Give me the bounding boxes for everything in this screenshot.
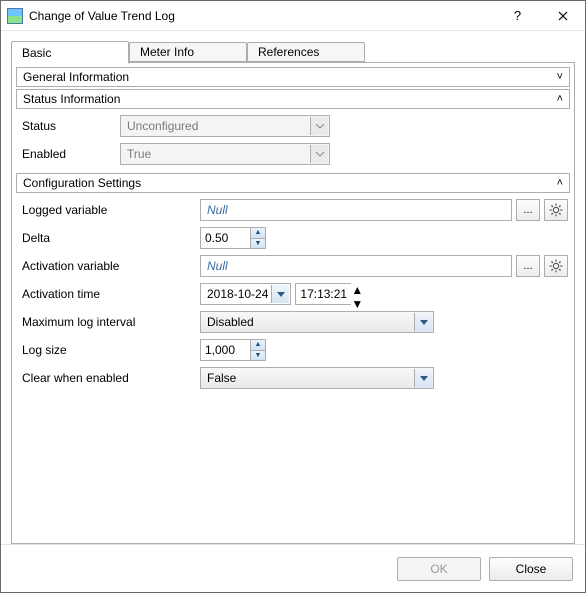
- spin-up-button[interactable]: ▲: [250, 339, 266, 351]
- max-log-interval-combo[interactable]: Disabled: [200, 311, 434, 333]
- enabled-value: True: [127, 147, 307, 161]
- close-button-label: Close: [516, 562, 547, 576]
- delta-label: Delta: [20, 231, 200, 245]
- dialog-footer: OK Close: [1, 544, 585, 592]
- chevron-down-icon: ˅: [557, 71, 563, 83]
- titlebar: Change of Value Trend Log ?: [1, 1, 585, 31]
- activation-variable-settings-button[interactable]: [544, 255, 568, 277]
- window-title: Change of Value Trend Log: [29, 9, 175, 23]
- row-logged-variable: Logged variable Null ...: [20, 197, 568, 223]
- logged-variable-field[interactable]: Null: [200, 199, 512, 221]
- chevron-up-icon: ˄: [557, 93, 563, 105]
- log-size-input[interactable]: [200, 339, 250, 361]
- tab-label: Basic: [22, 46, 51, 60]
- close-button[interactable]: Close: [489, 557, 573, 581]
- row-clear-when-enabled: Clear when enabled False: [20, 365, 568, 391]
- activation-variable-value: Null: [207, 259, 228, 273]
- enabled-combo: True: [120, 143, 330, 165]
- gear-icon: [549, 259, 563, 273]
- spin-down-button[interactable]: ▼: [351, 297, 363, 311]
- gear-icon: [549, 203, 563, 217]
- ellipsis-icon: ...: [523, 204, 532, 216]
- activation-variable-field[interactable]: Null: [200, 255, 512, 277]
- logged-variable-label: Logged variable: [20, 203, 200, 217]
- logged-variable-browse-button[interactable]: ...: [516, 199, 540, 221]
- ellipsis-icon: ...: [523, 260, 532, 272]
- spin-down-button[interactable]: ▼: [250, 351, 266, 362]
- ok-button: OK: [397, 557, 481, 581]
- activation-variable-browse-button[interactable]: ...: [516, 255, 540, 277]
- content-area: Basic Meter Info References General Info…: [1, 31, 585, 544]
- chevron-down-icon[interactable]: [271, 285, 289, 303]
- app-icon: [7, 8, 23, 24]
- section-general-header[interactable]: General Information ˅: [16, 67, 570, 87]
- tab-label: References: [258, 45, 319, 59]
- help-icon: ?: [514, 8, 521, 23]
- activation-date-picker[interactable]: 2018-10-24: [200, 283, 291, 305]
- enabled-label: Enabled: [20, 147, 120, 161]
- tab-panel-basic: General Information ˅ Status Information…: [11, 62, 575, 544]
- spin-up-button[interactable]: ▲: [250, 227, 266, 239]
- chevron-down-icon[interactable]: [414, 369, 432, 387]
- tab-references[interactable]: References: [247, 42, 365, 62]
- section-label: Configuration Settings: [23, 176, 557, 190]
- clear-when-enabled-combo[interactable]: False: [200, 367, 434, 389]
- activation-time-spinbox[interactable]: ▲ ▼: [295, 283, 363, 305]
- row-enabled: Enabled True: [20, 141, 568, 167]
- section-label: Status Information: [23, 92, 557, 106]
- activation-variable-label: Activation variable: [20, 259, 200, 273]
- activation-time-label: Activation time: [20, 287, 200, 301]
- status-combo: Unconfigured: [120, 115, 330, 137]
- spin-down-button[interactable]: ▼: [250, 239, 266, 250]
- window-close-button[interactable]: [540, 1, 585, 30]
- delta-spinbox[interactable]: ▲ ▼: [200, 227, 266, 249]
- close-icon: [558, 11, 568, 21]
- status-value: Unconfigured: [127, 119, 307, 133]
- dialog-window: Change of Value Trend Log ? Basic Meter …: [0, 0, 586, 593]
- activation-time-input[interactable]: [295, 283, 351, 305]
- chevron-down-icon: [310, 145, 328, 163]
- max-log-interval-value: Disabled: [207, 315, 411, 329]
- tab-bar: Basic Meter Info References: [11, 41, 575, 63]
- tab-label: Meter Info: [140, 45, 194, 59]
- spin-up-button[interactable]: ▲: [351, 283, 363, 297]
- row-activation-time: Activation time 2018-10-24 ▲: [20, 281, 568, 307]
- tab-basic[interactable]: Basic: [11, 41, 129, 64]
- ok-button-label: OK: [430, 562, 447, 576]
- row-activation-variable: Activation variable Null ...: [20, 253, 568, 279]
- row-delta: Delta ▲ ▼: [20, 225, 568, 251]
- section-config-body: Logged variable Null ... Del: [16, 195, 570, 397]
- chevron-up-icon: ˄: [557, 177, 563, 189]
- section-status-header[interactable]: Status Information ˄: [16, 89, 570, 109]
- log-size-label: Log size: [20, 343, 200, 357]
- clear-when-enabled-label: Clear when enabled: [20, 371, 200, 385]
- row-max-log-interval: Maximum log interval Disabled: [20, 309, 568, 335]
- section-label: General Information: [23, 70, 557, 84]
- help-button[interactable]: ?: [495, 1, 540, 30]
- row-status: Status Unconfigured: [20, 113, 568, 139]
- clear-when-enabled-value: False: [207, 371, 411, 385]
- tab-meter-info[interactable]: Meter Info: [129, 42, 247, 62]
- chevron-down-icon[interactable]: [414, 313, 432, 331]
- activation-date-value: 2018-10-24: [207, 287, 268, 301]
- chevron-down-icon: [310, 117, 328, 135]
- log-size-spinbox[interactable]: ▲ ▼: [200, 339, 266, 361]
- section-config-header[interactable]: Configuration Settings ˄: [16, 173, 570, 193]
- section-status-body: Status Unconfigured Enabled: [16, 111, 570, 173]
- delta-input[interactable]: [200, 227, 250, 249]
- status-label: Status: [20, 119, 120, 133]
- logged-variable-settings-button[interactable]: [544, 199, 568, 221]
- logged-variable-value: Null: [207, 203, 228, 217]
- row-log-size: Log size ▲ ▼: [20, 337, 568, 363]
- max-log-interval-label: Maximum log interval: [20, 315, 200, 329]
